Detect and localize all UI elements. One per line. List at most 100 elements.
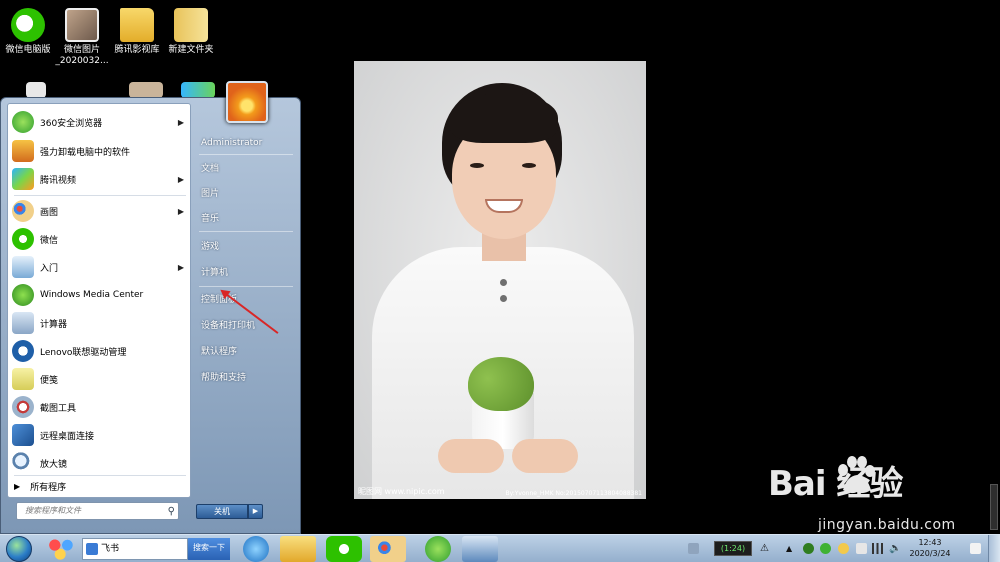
desktop-icon-tencent-library[interactable]: 腾讯影视库: [109, 8, 165, 56]
menu-item-windows-media-center[interactable]: Windows Media Center: [10, 282, 190, 308]
tencent-video-icon: [181, 82, 215, 98]
menu-item-label: 360安全浏览器: [40, 118, 103, 129]
menu-item-tencent-video[interactable]: 腾讯视频 ▶: [10, 166, 190, 192]
feishu-label: 飞书: [101, 544, 120, 554]
right-item-documents[interactable]: 文档: [197, 159, 293, 179]
right-item-games[interactable]: 游戏: [197, 237, 293, 257]
search-icon: ⚲: [167, 506, 175, 517]
folder-icon: [120, 8, 154, 42]
uninstall-icon: [12, 140, 34, 162]
shutdown-button[interactable]: 关机: [196, 504, 248, 519]
chevron-up-icon[interactable]: ▲: [786, 543, 797, 554]
menu-item-label: 腾讯视频: [40, 175, 77, 186]
battery-tray-icon[interactable]: [856, 543, 867, 554]
keyboard-icon[interactable]: [688, 543, 699, 554]
desktop-icon-label: 新建文件夹: [168, 45, 214, 55]
right-item-devices-printers[interactable]: 设备和打印机: [197, 316, 293, 336]
menu-item-sticky-notes[interactable]: 便笺: [10, 366, 190, 392]
photo-shirt-button: [500, 295, 507, 302]
360-tray-icon[interactable]: [803, 543, 814, 554]
menu-item-magnifier[interactable]: 放大镜: [10, 450, 190, 476]
warning-icon[interactable]: ⚠: [760, 543, 771, 554]
wechat-icon: [12, 228, 34, 250]
remote-desktop-icon[interactable]: [462, 536, 498, 562]
paint-icon[interactable]: [370, 536, 406, 562]
pinned-app-icon[interactable]: [44, 536, 80, 562]
folder-icon: [174, 8, 208, 42]
explorer-icon[interactable]: [280, 536, 316, 562]
scissors-icon: [12, 396, 34, 418]
show-desktop-button[interactable]: [988, 535, 1000, 562]
baidu-paw-icon: [838, 456, 875, 494]
taskbar: 飞书 搜索一下 (1:24) ⚠ ▲ 🔈 12:43 2020/3/24: [0, 534, 1000, 562]
right-item-music[interactable]: 音乐: [197, 209, 293, 229]
photo-watermark-left: 昵图网 www.nipic.com: [358, 487, 445, 496]
menu-item-snipping-tool[interactable]: 截图工具: [10, 394, 190, 420]
feishu-search-input[interactable]: 飞书: [82, 538, 188, 560]
right-item-help-support[interactable]: 帮助和支持: [197, 368, 293, 388]
menu-item-calculator[interactable]: 计算器: [10, 310, 190, 336]
user-picture[interactable]: [226, 81, 268, 123]
menu-item-remote-desktop[interactable]: 远程桌面连接: [10, 422, 190, 448]
ie-icon[interactable]: [243, 536, 269, 562]
feishu-search-button[interactable]: 搜索一下: [188, 538, 230, 560]
right-item-computer[interactable]: 计算机: [197, 263, 293, 283]
system-clock[interactable]: 12:43 2020/3/24: [905, 537, 955, 559]
start-button[interactable]: [6, 536, 32, 562]
feishu-icon: [86, 543, 98, 555]
menu-item-lenovo-driver[interactable]: Lenovo联想驱动管理: [10, 338, 190, 364]
battery-indicator[interactable]: (1:24): [714, 541, 752, 556]
right-item-pictures[interactable]: 图片: [197, 184, 293, 204]
menu-item-label: Windows Media Center: [40, 290, 144, 300]
photo-hand: [512, 439, 578, 473]
photo-hand: [438, 439, 504, 473]
search-placeholder: 搜索程序和文件: [25, 506, 81, 515]
remote-desktop-icon: [12, 424, 34, 446]
notification-icon[interactable]: [970, 543, 981, 554]
menu-separator: [14, 195, 186, 196]
menu-item-wechat[interactable]: 微信: [10, 226, 190, 252]
menu-item-label: 截图工具: [40, 403, 77, 414]
all-programs-button[interactable]: ▶ 所有程序: [14, 477, 190, 495]
menu-item-force-uninstall[interactable]: 强力卸载电脑中的软件: [10, 138, 190, 164]
baidu-watermark-url: jingyan.baidu.com: [818, 517, 956, 533]
right-item-default-programs[interactable]: 默认程序: [197, 342, 293, 362]
desktop-icon-photo[interactable]: 微信图片 _2020032...: [54, 8, 110, 67]
wechat-tray-icon[interactable]: [820, 543, 831, 554]
menu-item-getting-started[interactable]: 入门 ▶: [10, 254, 190, 280]
desktop-icon-wechat[interactable]: 微信电脑版: [0, 8, 56, 56]
submenu-arrow-icon: ▶: [177, 117, 184, 127]
scrollbar[interactable]: [990, 484, 998, 530]
chevron-right-icon: ▶: [252, 507, 259, 515]
start-search-input[interactable]: 搜索程序和文件 ⚲: [16, 502, 179, 520]
shutdown-options-button[interactable]: ▶: [248, 504, 263, 519]
tencent-video-icon: [12, 168, 34, 190]
photo-eye: [522, 163, 536, 168]
clock-time: 12:43: [918, 538, 942, 547]
360-browser-icon[interactable]: [425, 536, 451, 562]
photo-heart-plant: [468, 357, 534, 411]
network-icon[interactable]: [872, 543, 883, 554]
menu-separator: [14, 475, 186, 476]
photo-icon: [65, 8, 99, 42]
right-item-administrator[interactable]: Administrator: [197, 133, 293, 153]
menu-item-label: 微信: [40, 235, 59, 246]
security-tray-icon[interactable]: [838, 543, 849, 554]
360-browser-icon: [12, 111, 34, 133]
start-menu-programs: 360安全浏览器 ▶ 强力卸载电脑中的软件 腾讯视频 ▶ 画图 ▶ 微信 入门 …: [7, 103, 191, 498]
media-center-icon: [12, 284, 34, 306]
photo-eye: [470, 163, 484, 168]
menu-item-paint[interactable]: 画图 ▶: [10, 198, 190, 224]
submenu-arrow-icon: ▶: [177, 174, 184, 184]
getting-started-icon: [12, 256, 34, 278]
all-programs-label: 所有程序: [30, 482, 67, 493]
menu-item-360-browser[interactable]: 360安全浏览器 ▶: [10, 109, 190, 135]
volume-icon[interactable]: 🔈: [889, 543, 901, 554]
desktop-icon-label: 微信电脑版: [5, 45, 51, 55]
expand-arrow-icon: ▶: [14, 481, 21, 491]
menu-item-label: 强力卸载电脑中的软件: [40, 147, 131, 158]
desktop-icon-new-folder[interactable]: 新建文件夹: [163, 8, 219, 56]
wechat-icon[interactable]: [326, 536, 362, 562]
document-icon: [26, 82, 46, 98]
photo-viewer-image: 昵图网 www.nipic.com By:Yvonne_HMK No:20150…: [354, 61, 646, 499]
